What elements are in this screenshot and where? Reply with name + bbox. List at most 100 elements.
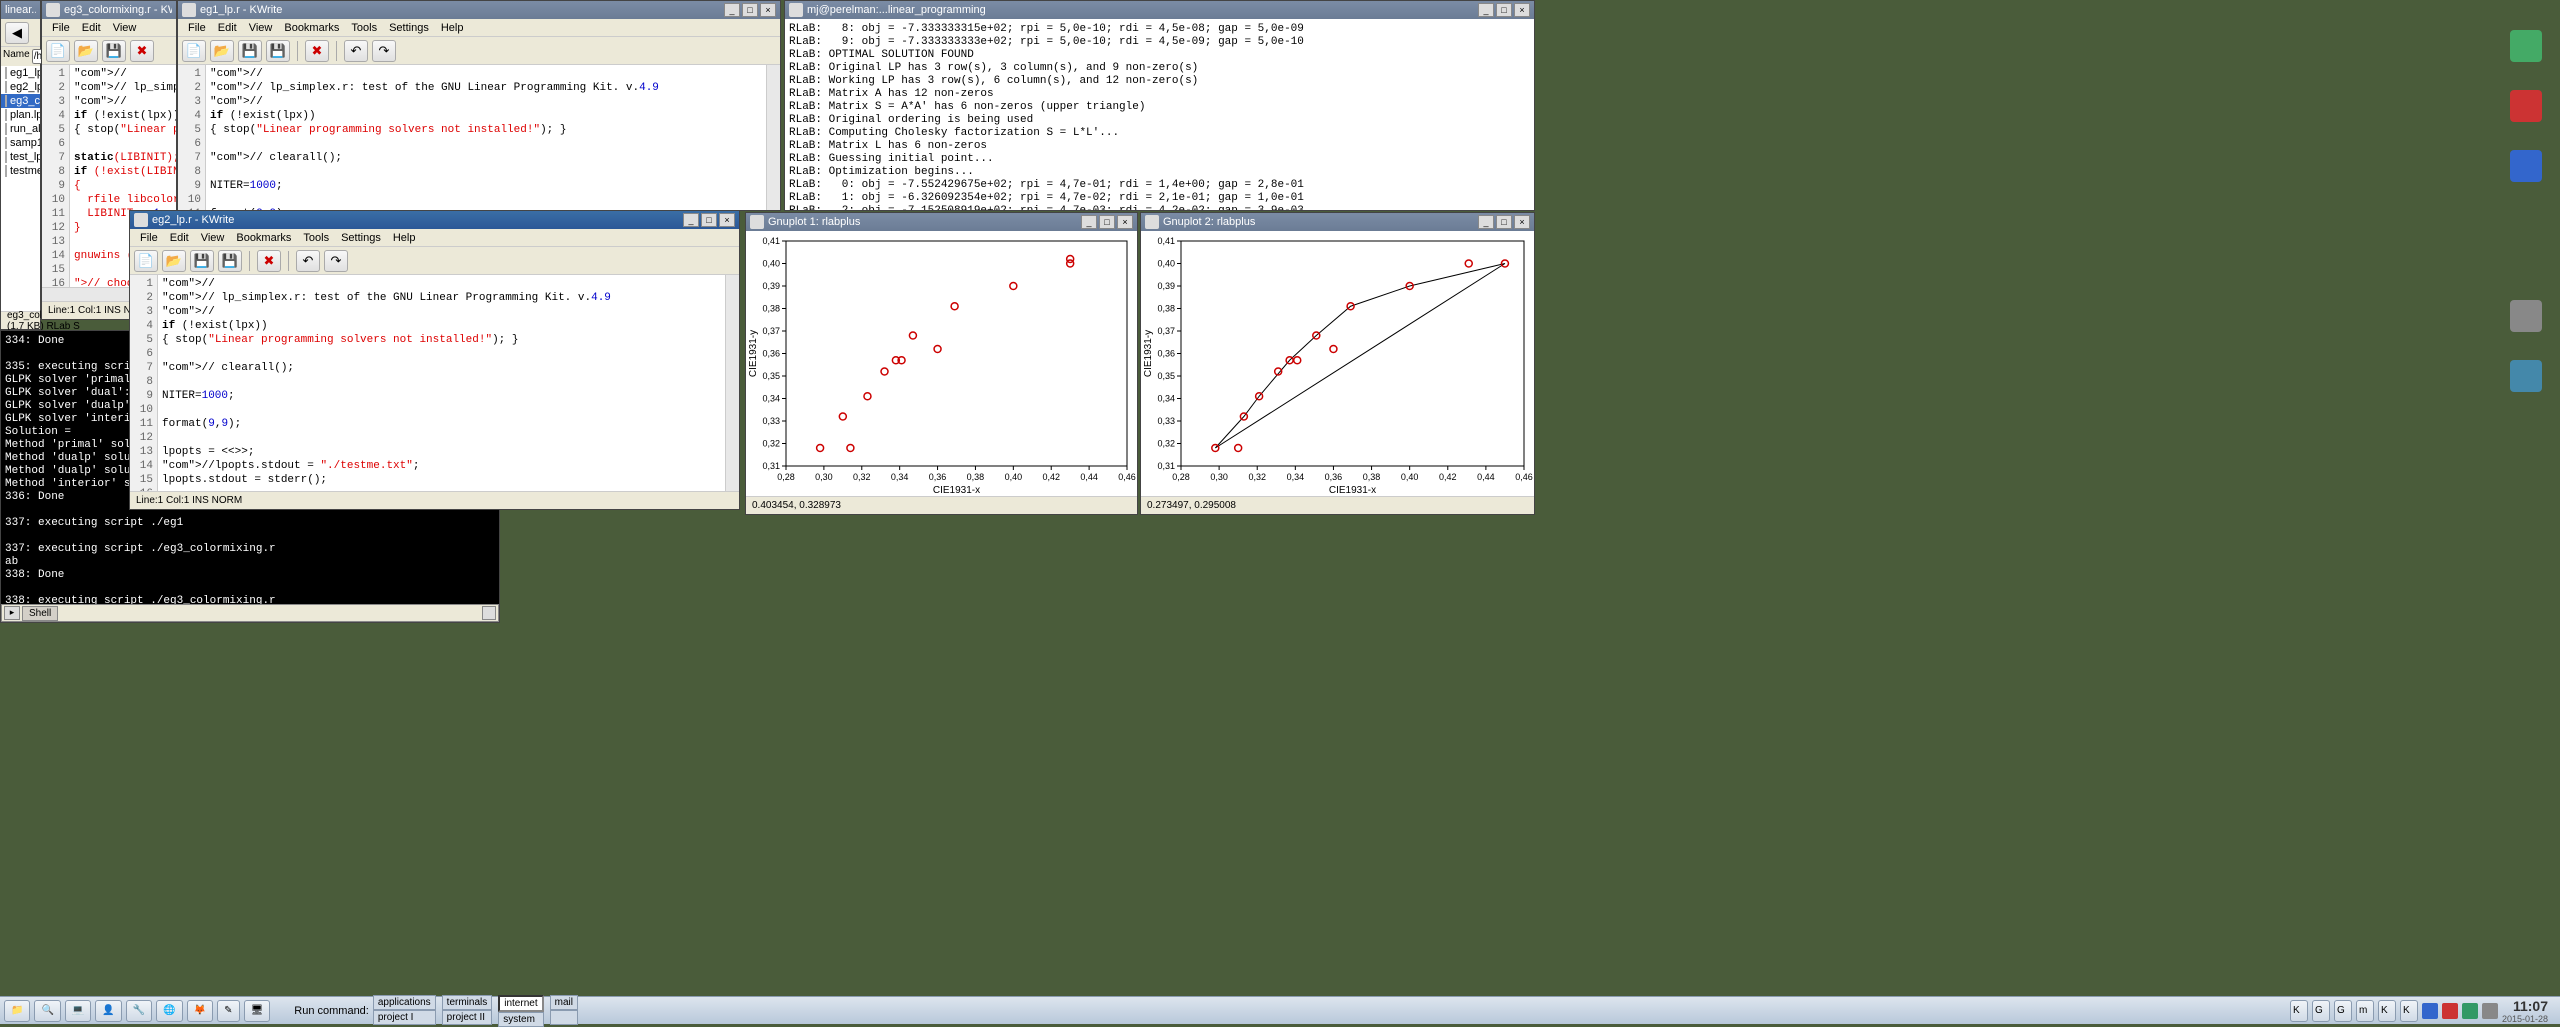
redo-icon[interactable]: ↷ xyxy=(372,40,396,62)
menu-tools[interactable]: Tools xyxy=(297,230,335,246)
taskbar-app[interactable]: 💻 xyxy=(65,1000,91,1022)
menu-bookmarks[interactable]: Bookmarks xyxy=(230,230,297,246)
tray-icon[interactable] xyxy=(2422,1003,2438,1019)
saveas-icon[interactable]: 💾 xyxy=(218,250,242,272)
maximize-button[interactable]: □ xyxy=(742,3,758,17)
save-icon[interactable]: 💾 xyxy=(102,40,126,62)
menu-edit[interactable]: Edit xyxy=(212,20,243,36)
open-icon[interactable]: 📂 xyxy=(162,250,186,272)
editor[interactable]: 1 2 3 4 5 6 7 8 9 10 11 12 13 14 15 16 1… xyxy=(130,275,739,491)
desktop-icon[interactable] xyxy=(2502,30,2550,62)
file-item[interactable]: test_lp xyxy=(1,150,40,164)
editor[interactable]: 1 2 3 4 5 6 7 8 9 10 11 12 13 14 15 16 1… xyxy=(178,65,780,210)
taskbar-app[interactable]: 🔧 xyxy=(126,1000,152,1022)
cmd-internet[interactable]: internet xyxy=(498,995,543,1012)
taskbar-app[interactable]: 👤 xyxy=(95,1000,121,1022)
menu-edit[interactable]: Edit xyxy=(164,230,195,246)
titlebar[interactable]: eg1_lp.r - KWrite _ □ × xyxy=(178,1,780,19)
tray-icon[interactable] xyxy=(2462,1003,2478,1019)
titlebar[interactable]: eg3_colormixing.r - KWrite xyxy=(42,1,176,19)
taskbar-app[interactable]: 🦊 xyxy=(187,1000,213,1022)
code[interactable]: "com">// "com">// lp_simplex.r: test of … xyxy=(206,65,766,210)
menu-view[interactable]: View xyxy=(107,20,143,36)
close-button[interactable]: × xyxy=(760,3,776,17)
close-icon[interactable]: ✖ xyxy=(130,40,154,62)
titlebar[interactable]: linear... xyxy=(1,1,40,19)
new-icon[interactable]: 📄 xyxy=(182,40,206,62)
tray-window-button[interactable]: m xyxy=(2356,1000,2374,1022)
cmd-project2[interactable]: project II xyxy=(442,1010,493,1025)
menu-help[interactable]: Help xyxy=(435,20,470,36)
saveas-icon[interactable]: 💾 xyxy=(266,40,290,62)
taskbar-app[interactable]: ✎ xyxy=(217,1000,239,1022)
cmd-mail[interactable]: mail xyxy=(550,995,578,1010)
menu-help[interactable]: Help xyxy=(387,230,422,246)
maximize-button[interactable]: □ xyxy=(1099,215,1115,229)
cmd-system[interactable]: system xyxy=(498,1012,543,1027)
save-icon[interactable]: 💾 xyxy=(190,250,214,272)
minimize-button[interactable]: _ xyxy=(1478,215,1494,229)
taskbar-app[interactable]: 🖥 xyxy=(244,1000,271,1022)
close-button[interactable]: × xyxy=(1514,215,1530,229)
titlebar[interactable]: mj@perelman:...linear_programming _ □ × xyxy=(785,1,1534,19)
taskbar-app[interactable]: 🌐 xyxy=(156,1000,182,1022)
plot-area[interactable]: 0,280,300,320,340,360,380,400,420,440,46… xyxy=(1141,231,1534,496)
taskbar-app[interactable]: 🔍 xyxy=(34,1000,60,1022)
tray-icon[interactable] xyxy=(2442,1003,2458,1019)
cmd-blank[interactable] xyxy=(550,1010,578,1025)
menu-view[interactable]: View xyxy=(195,230,231,246)
undo-icon[interactable]: ↶ xyxy=(344,40,368,62)
file-item[interactable]: samp1 xyxy=(1,136,40,150)
back-icon[interactable]: ◀ xyxy=(5,22,29,44)
close-icon[interactable]: ✖ xyxy=(257,250,281,272)
menu-file[interactable]: File xyxy=(46,20,76,36)
file-item[interactable]: eg1_lp. xyxy=(1,66,40,80)
save-icon[interactable]: 💾 xyxy=(238,40,262,62)
code[interactable]: "com">// "com">// lp_simplex.r: test of … xyxy=(158,275,725,491)
open-icon[interactable]: 📂 xyxy=(210,40,234,62)
cmd-terminals[interactable]: terminals xyxy=(442,995,493,1010)
tray-window-button[interactable]: G xyxy=(2334,1000,2352,1022)
redo-icon[interactable]: ↷ xyxy=(324,250,348,272)
minimize-button[interactable]: _ xyxy=(683,213,699,227)
close-button[interactable]: × xyxy=(1117,215,1133,229)
undo-icon[interactable]: ↶ xyxy=(296,250,320,272)
tray-window-button[interactable]: K xyxy=(2400,1000,2418,1022)
file-item[interactable]: run_all xyxy=(1,122,40,136)
file-list[interactable]: eg1_lp. eg2_lp. eg3_co plan.lp run_all s… xyxy=(1,66,40,311)
minimize-button[interactable]: _ xyxy=(1478,3,1494,17)
file-item[interactable]: plan.lp xyxy=(1,108,40,122)
minimize-button[interactable]: _ xyxy=(1081,215,1097,229)
minimize-button[interactable]: _ xyxy=(724,3,740,17)
maximize-button[interactable]: □ xyxy=(1496,3,1512,17)
tray-window-button[interactable]: G xyxy=(2312,1000,2330,1022)
scrollbar-v[interactable] xyxy=(766,65,780,210)
taskbar-app[interactable]: 📁 xyxy=(4,1000,30,1022)
cmd-applications[interactable]: applications xyxy=(373,995,436,1010)
menu-bookmarks[interactable]: Bookmarks xyxy=(278,20,345,36)
close-icon[interactable]: ✖ xyxy=(305,40,329,62)
menu-view[interactable]: View xyxy=(243,20,279,36)
titlebar[interactable]: eg2_lp.r - KWrite _ □ × xyxy=(130,211,739,229)
plot-area[interactable]: 0,280,300,320,340,360,380,400,420,440,46… xyxy=(746,231,1137,496)
shell-tab[interactable]: Shell xyxy=(22,606,58,621)
menu-tools[interactable]: Tools xyxy=(345,20,383,36)
tray-window-button[interactable]: K xyxy=(2378,1000,2396,1022)
cmd-project1[interactable]: project I xyxy=(373,1010,436,1025)
menu-edit[interactable]: Edit xyxy=(76,20,107,36)
desktop-icon[interactable] xyxy=(2502,300,2550,332)
new-tab-button[interactable]: ▸ xyxy=(4,606,20,620)
maximize-button[interactable]: □ xyxy=(1496,215,1512,229)
titlebar[interactable]: Gnuplot 1: rlabplus _ □ × xyxy=(746,213,1137,231)
menu-file[interactable]: File xyxy=(134,230,164,246)
maximize-button[interactable]: □ xyxy=(701,213,717,227)
desktop-icon[interactable] xyxy=(2502,150,2550,182)
file-item[interactable]: eg2_lp. xyxy=(1,80,40,94)
new-icon[interactable]: 📄 xyxy=(46,40,70,62)
scrollbar-v[interactable] xyxy=(725,275,739,491)
desktop-icon[interactable] xyxy=(2502,90,2550,122)
close-button[interactable]: × xyxy=(719,213,735,227)
tray-window-button[interactable]: K xyxy=(2290,1000,2308,1022)
new-icon[interactable]: 📄 xyxy=(134,250,158,272)
terminal-output[interactable]: RLaB: 8: obj = -7.333333315e+02; rpi = 5… xyxy=(785,19,1534,210)
